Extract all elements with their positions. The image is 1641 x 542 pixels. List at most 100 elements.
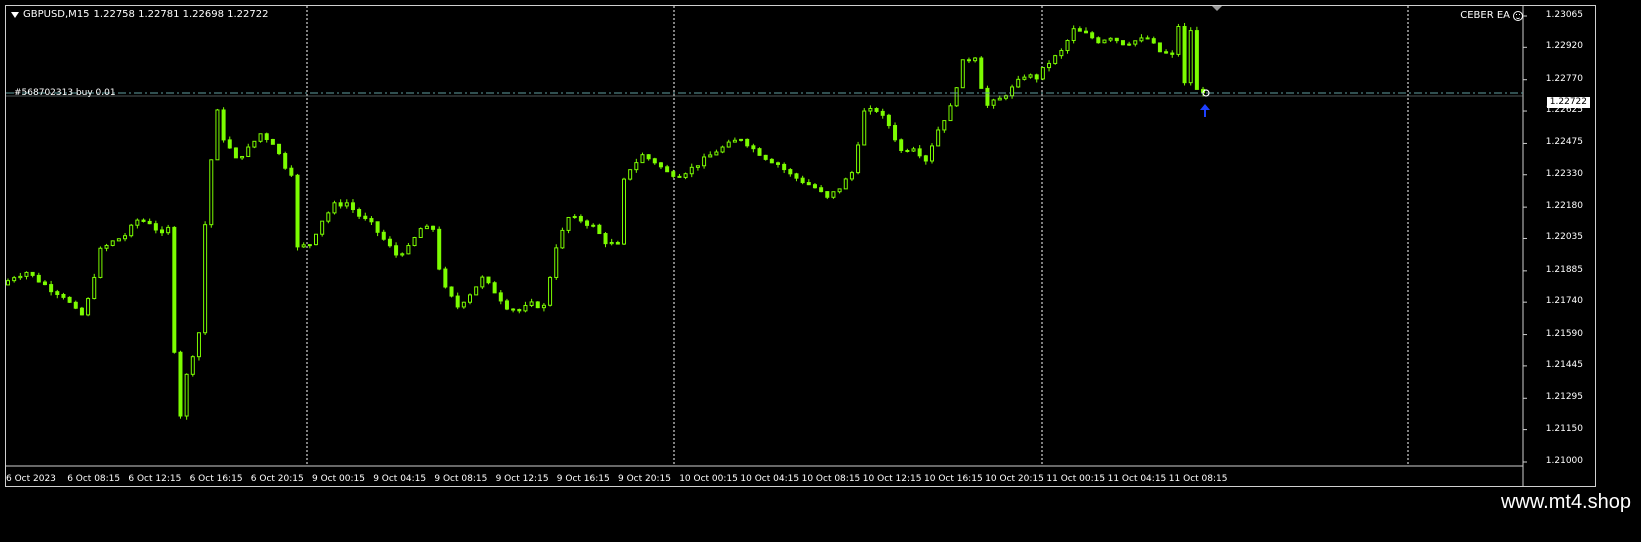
price-tick-label: 1.22770 [1545, 73, 1583, 84]
candle-body [92, 276, 97, 300]
candle-body [332, 202, 337, 214]
expert-advisor-label[interactable]: CEBER EA [1460, 10, 1523, 21]
candle-body [160, 229, 164, 234]
candle-body [196, 332, 201, 358]
candle-body [1133, 40, 1138, 45]
candle-body [1090, 32, 1095, 39]
candle-body [1120, 40, 1125, 46]
candle-body [511, 308, 516, 311]
candle-body [751, 145, 756, 150]
candle-body [936, 129, 941, 147]
candle-body [585, 220, 590, 226]
candle-body [541, 304, 546, 309]
candle-body [905, 150, 910, 153]
ohlc-quotes: 1.22758 1.22781 1.22698 1.22722 [93, 9, 269, 20]
candle-body [763, 154, 768, 160]
candle-body [732, 139, 737, 143]
price-tick-label: 1.22330 [1545, 168, 1583, 179]
candle-body [856, 144, 861, 174]
candle-body [295, 174, 300, 248]
candle-body [560, 229, 565, 249]
candle-body [806, 182, 811, 186]
candle-body [843, 178, 848, 190]
candle-body [24, 271, 29, 277]
candle-body [825, 191, 830, 198]
candle-body [461, 301, 466, 308]
candle-body [726, 141, 731, 148]
order-line-label: #568702313 buy 0.01 [14, 88, 116, 98]
candle-body [1127, 43, 1132, 46]
candle-body [794, 173, 799, 179]
price-tick-label: 1.21445 [1545, 359, 1583, 370]
candle-body [523, 304, 528, 312]
candle-body [572, 216, 577, 219]
candle-body [18, 275, 23, 279]
buy-arrow-icon [1200, 104, 1210, 117]
candle-body [708, 154, 713, 158]
candle-body [104, 244, 109, 249]
candle-body [757, 148, 762, 156]
candle-body [517, 308, 522, 312]
price-chart[interactable] [6, 6, 1595, 486]
candle-body [431, 225, 436, 230]
candle-body [42, 281, 47, 286]
candle-body [745, 138, 750, 147]
chart-window[interactable]: GBPUSD,M15 1.22758 1.22781 1.22698 1.227… [5, 5, 1596, 487]
candle-body [424, 225, 429, 230]
candle-body [437, 228, 442, 270]
candle-body [874, 108, 879, 112]
candle-body [12, 277, 17, 282]
current-price-tag: 1.22722 [1546, 97, 1590, 108]
candle-body [264, 133, 269, 140]
candle-body [270, 138, 275, 145]
candle-body [714, 151, 719, 156]
candle-body [917, 148, 922, 157]
collapse-triangle-icon[interactable] [11, 11, 19, 18]
candle-body [1176, 26, 1181, 55]
candle-body [277, 143, 282, 155]
smiley-icon [1513, 10, 1523, 21]
candle-body [468, 294, 472, 303]
candle-body [695, 165, 700, 168]
candle-body [849, 172, 854, 180]
candle-body [221, 109, 226, 141]
candle-body [1022, 76, 1027, 80]
time-tick-label: 6 Oct 2023 [6, 474, 56, 484]
candle-body [942, 120, 947, 131]
candle-body [997, 97, 1002, 101]
candle-body [474, 286, 479, 296]
candle-body [1034, 74, 1039, 80]
candle-body [578, 216, 583, 222]
candle-body [1084, 30, 1088, 34]
candle-body [960, 59, 965, 89]
candle-body [86, 298, 91, 316]
candle-body [566, 216, 571, 231]
candle-body [1071, 28, 1076, 42]
candle-body [443, 268, 448, 288]
candle-body [55, 291, 60, 296]
candle-body [1182, 26, 1187, 84]
time-tick-label: 9 Oct 20:15 [618, 474, 671, 484]
candle-body [350, 202, 355, 211]
price-tick-label: 1.21000 [1545, 456, 1583, 466]
candle-body [1047, 62, 1052, 69]
candle-body [153, 223, 158, 231]
time-tick-label: 6 Oct 12:15 [128, 474, 182, 484]
candle-body [991, 99, 996, 106]
candle-body [603, 233, 608, 245]
candle-body [123, 235, 128, 240]
candle-body [412, 237, 417, 247]
candle-body [893, 125, 898, 141]
candle-body [640, 154, 645, 164]
candle-body [289, 167, 294, 176]
candle-body [548, 276, 553, 306]
candle-body [1053, 55, 1058, 64]
candle-body [1157, 42, 1162, 53]
candle-body [1016, 78, 1021, 88]
price-tick-label: 1.21150 [1545, 423, 1583, 434]
candle-body [307, 244, 312, 247]
candle-body [381, 231, 386, 240]
candle-body [418, 228, 423, 239]
candle-body [862, 110, 867, 146]
candle-body [141, 219, 146, 222]
